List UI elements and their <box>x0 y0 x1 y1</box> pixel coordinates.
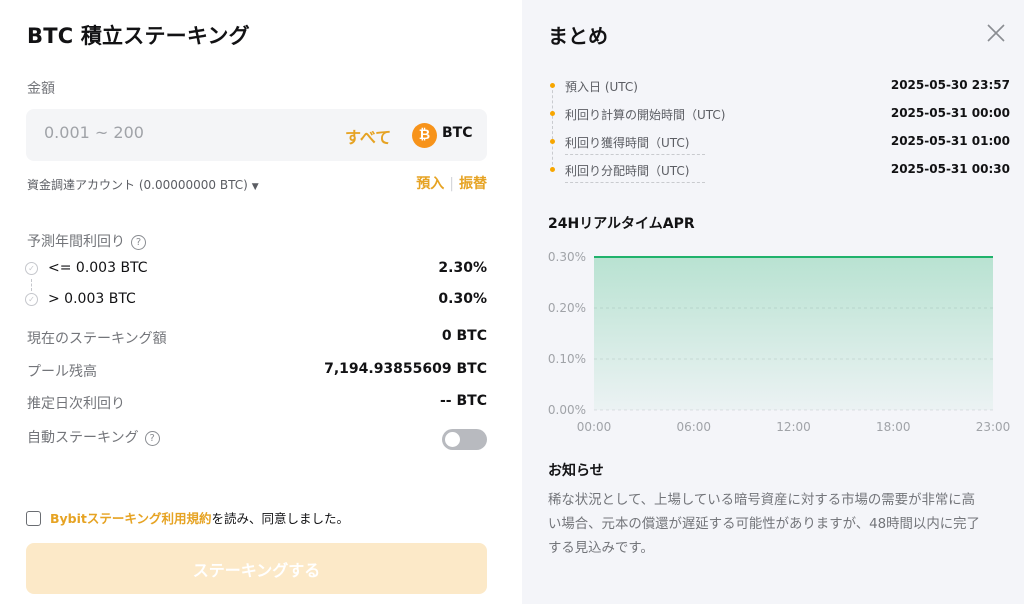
pool-balance-row: プール残高 7,194.93855609 BTC <box>27 361 487 381</box>
notice-title: お知らせ <box>548 463 604 479</box>
y-tick-label: 0.00% <box>548 403 586 417</box>
check-circle-icon: ✓ <box>25 262 38 275</box>
y-tick-label: 0.30% <box>548 250 586 264</box>
timeline-label: 利回り獲得時間（UTC) <box>565 134 705 155</box>
deposit-link[interactable]: 預入 <box>416 176 444 192</box>
y-tick-label: 0.10% <box>548 352 586 366</box>
terms-text: を読み、同意しました。 <box>211 511 350 526</box>
notice-body: 稀な状況として、上場している暗号資産に対する市場の需要が非常に高い場合、元本の償… <box>548 493 980 556</box>
pool-balance-label: プール残高 <box>27 364 97 380</box>
apr-chart-title: 24HリアルタイムAPR <box>548 216 695 232</box>
apr-tier-value: 2.30% <box>438 260 487 276</box>
funding-account-selector[interactable]: 資金調達アカウント (0.00000000 BTC) ▼ <box>27 176 259 193</box>
timeline-label: 利回り分配時間（UTC) <box>565 162 705 183</box>
y-tick-label: 0.20% <box>548 301 586 315</box>
auto-staking-toggle[interactable] <box>442 429 487 450</box>
timeline-dot <box>550 83 555 88</box>
page-title: BTC 積立ステーキング <box>27 24 250 48</box>
caret-down-icon: ▼ <box>251 182 259 192</box>
apr-tier-label: > 0.003 BTC <box>48 291 136 307</box>
timeline-value: 2025-05-31 00:30 <box>890 162 1010 176</box>
amount-field: すべて ₿ BTC <box>26 109 487 161</box>
close-icon[interactable] <box>986 23 1006 43</box>
summary-title: まとめ <box>548 24 608 48</box>
timeline-value: 2025-05-31 00:00 <box>890 106 1010 120</box>
pool-balance-value: 7,194.93855609 BTC <box>324 361 487 377</box>
timeline-connector <box>552 85 553 170</box>
auto-staking-label: 自動ステーキング <box>27 430 139 446</box>
timeline-dot <box>550 111 555 116</box>
staking-form-panel: BTC 積立ステーキング 金額 すべて ₿ BTC 資金調達アカウント (0.0… <box>0 0 522 604</box>
timeline-label: 預入日 (UTC) <box>565 80 638 94</box>
series-area <box>594 257 993 410</box>
apr-title-label: 予測年間利回り <box>27 234 125 250</box>
auto-staking-row: 自動ステーキング? <box>27 427 487 447</box>
current-stake-value: 0 BTC <box>441 328 487 344</box>
timeline-value: 2025-05-31 01:00 <box>890 134 1010 148</box>
x-tick-label: 23:00 <box>976 420 1011 434</box>
help-icon[interactable]: ? <box>131 235 146 250</box>
apr-tier-label: <= 0.003 BTC <box>48 260 148 276</box>
x-tick-label: 06:00 <box>676 420 711 434</box>
apr-tier-value: 0.30% <box>438 291 487 307</box>
x-tick-label: 00:00 <box>577 420 612 434</box>
apr-tier-row: ✓ <= 0.003 BTC 2.30% <box>25 259 487 279</box>
apr-tier-row: ✓ > 0.003 BTC 0.30% <box>25 290 487 310</box>
toggle-knob <box>445 432 460 447</box>
check-circle-icon: ✓ <box>25 293 38 306</box>
terms-link[interactable]: Bybitステーキング利用規約 <box>50 511 212 526</box>
x-tick-label: 12:00 <box>776 420 811 434</box>
daily-yield-label: 推定日次利回り <box>27 396 125 412</box>
apr-title: 予測年間利回り? <box>27 231 146 251</box>
daily-yield-value: -- BTC <box>440 393 487 409</box>
coin-name: BTC <box>442 125 473 141</box>
timeline-dot <box>550 139 555 144</box>
timeline-label: 利回り計算の開始時間（UTC) <box>565 108 726 122</box>
current-stake-label: 現在のステーキング額 <box>27 331 167 347</box>
help-icon[interactable]: ? <box>144 431 160 446</box>
account-actions: 預入 | 振替 <box>416 173 487 193</box>
funding-account-label: 資金調達アカウント (0.00000000 BTC) <box>27 178 248 192</box>
max-amount-button[interactable]: すべて <box>345 124 391 148</box>
daily-yield-row: 推定日次利回り -- BTC <box>27 393 487 413</box>
amount-label: 金額 <box>27 81 55 97</box>
divider: | <box>449 176 454 192</box>
timeline-value: 2025-05-30 23:57 <box>890 78 1010 92</box>
amount-input[interactable] <box>44 123 304 142</box>
current-stake-row: 現在のステーキング額 0 BTC <box>27 328 487 348</box>
transfer-link[interactable]: 振替 <box>459 176 487 192</box>
x-tick-label: 18:00 <box>876 420 911 434</box>
terms-agreement: Bybitステーキング利用規約を読み、同意しました。 <box>26 508 349 527</box>
stake-button[interactable]: ステーキングする <box>26 543 487 594</box>
apr-chart: 0.00% 0.10% 0.20% 0.30% 00:00 06:00 12:00 18:0… <box>548 250 1011 434</box>
terms-checkbox[interactable] <box>26 511 41 526</box>
bitcoin-icon: ₿ <box>412 123 437 148</box>
timeline-dot <box>550 167 555 172</box>
